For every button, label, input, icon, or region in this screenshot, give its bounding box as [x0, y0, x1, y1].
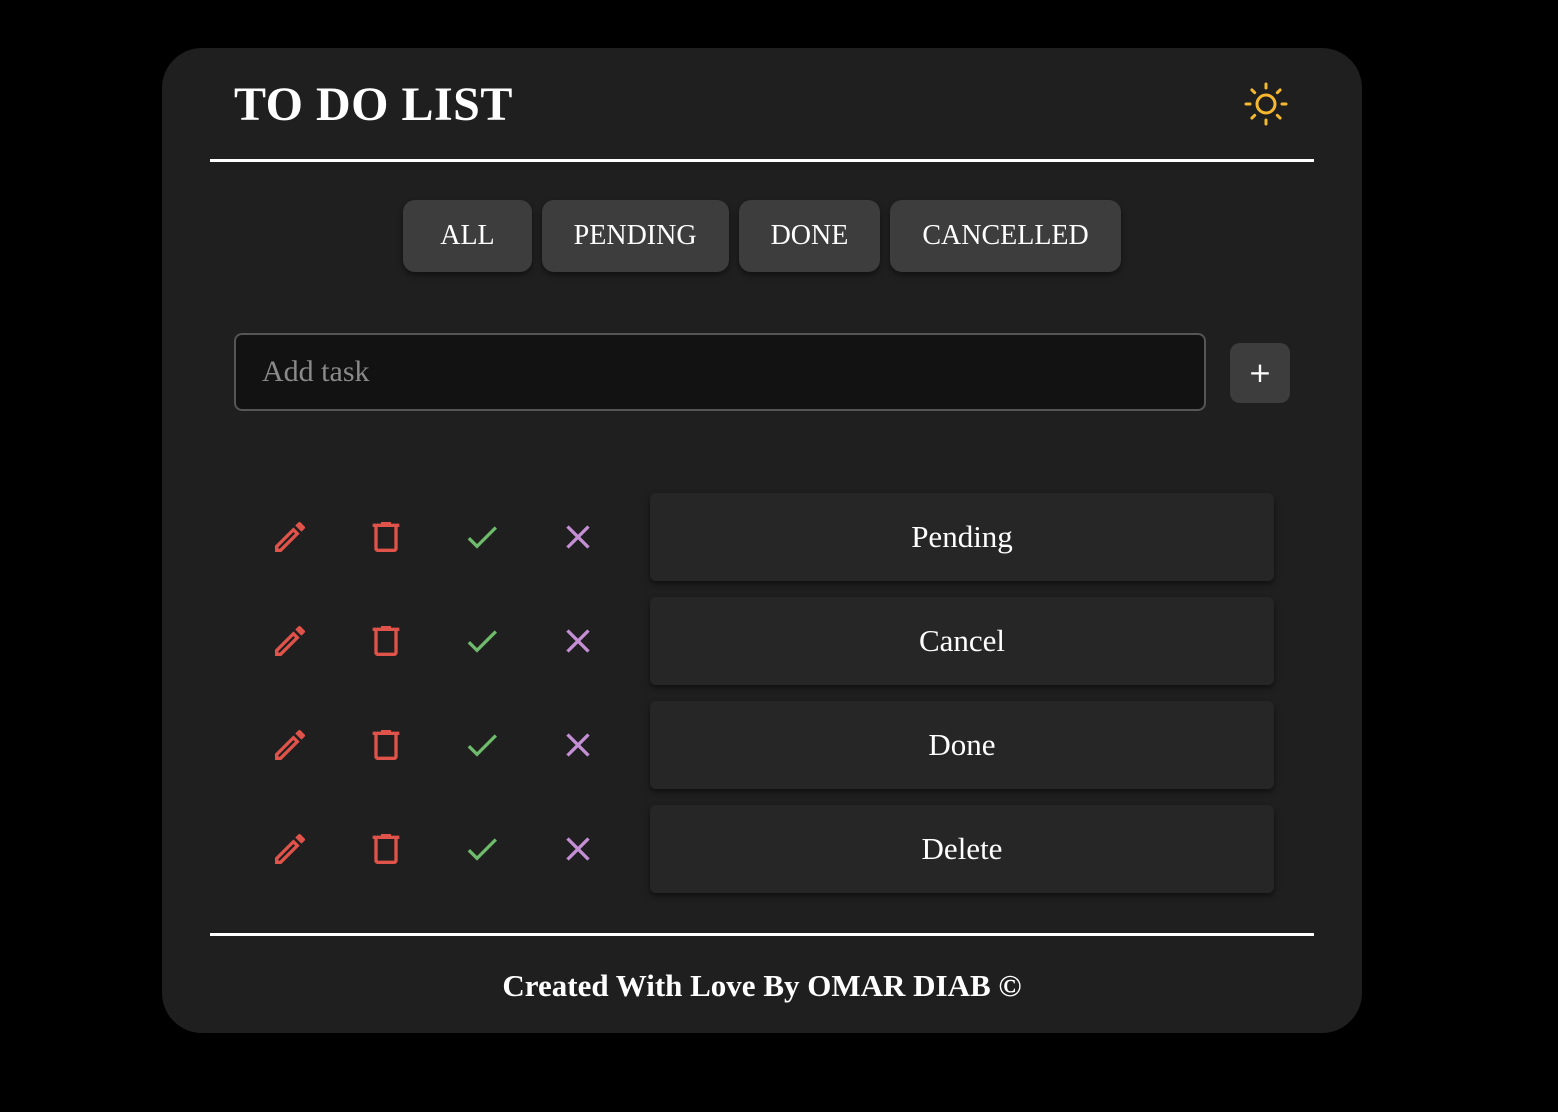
delete-task-button[interactable] — [361, 720, 411, 770]
add-task-input[interactable] — [234, 333, 1206, 411]
edit-task-button[interactable] — [265, 512, 315, 562]
x-icon — [566, 733, 590, 757]
trash-icon — [372, 834, 400, 864]
todo-card: TO DO LIST ALL PENDING DONE CANCELLED + — [162, 48, 1362, 1033]
task-row: Cancel — [162, 597, 1362, 685]
edit-task-button[interactable] — [265, 616, 315, 666]
task-label: Delete — [650, 805, 1274, 893]
pencil-icon — [275, 625, 306, 656]
x-icon — [566, 837, 590, 861]
pencil-icon — [275, 833, 306, 864]
footer-credit: Created With Love By OMAR DIAB © — [502, 968, 1022, 1003]
delete-task-button[interactable] — [361, 512, 411, 562]
filter-cancelled-button[interactable]: CANCELLED — [890, 200, 1121, 272]
filter-done-button[interactable]: DONE — [738, 200, 881, 272]
edit-task-button[interactable] — [265, 720, 315, 770]
page-title: TO DO LIST — [234, 78, 513, 131]
task-row: Done — [162, 701, 1362, 789]
mark-done-button[interactable] — [457, 720, 507, 770]
delete-task-button[interactable] — [361, 616, 411, 666]
edit-task-button[interactable] — [265, 824, 315, 874]
filter-bar: ALL PENDING DONE CANCELLED — [162, 200, 1362, 272]
add-task-button[interactable]: + — [1230, 343, 1290, 403]
mark-cancelled-button[interactable] — [553, 512, 603, 562]
sun-icon — [1244, 82, 1288, 126]
x-icon — [566, 525, 590, 549]
x-icon — [566, 629, 590, 653]
task-row: Delete — [162, 805, 1362, 893]
header-divider — [210, 159, 1314, 162]
check-icon — [467, 734, 497, 757]
mark-cancelled-button[interactable] — [553, 824, 603, 874]
footer-divider — [210, 933, 1314, 936]
task-label: Pending — [650, 493, 1274, 581]
delete-task-button[interactable] — [361, 824, 411, 874]
mark-done-button[interactable] — [457, 512, 507, 562]
theme-toggle-button[interactable] — [1242, 80, 1290, 128]
mark-cancelled-button[interactable] — [553, 720, 603, 770]
task-label: Cancel — [650, 597, 1274, 685]
trash-icon — [372, 730, 400, 760]
task-label: Done — [650, 701, 1274, 789]
check-icon — [467, 526, 497, 549]
pencil-icon — [275, 521, 306, 552]
task-row: Pending — [162, 493, 1362, 581]
trash-icon — [372, 522, 400, 552]
check-icon — [467, 838, 497, 861]
check-icon — [467, 630, 497, 653]
mark-cancelled-button[interactable] — [553, 616, 603, 666]
trash-icon — [372, 626, 400, 656]
mark-done-button[interactable] — [457, 616, 507, 666]
pencil-icon — [275, 729, 306, 760]
filter-all-button[interactable]: ALL — [403, 200, 532, 272]
mark-done-button[interactable] — [457, 824, 507, 874]
filter-pending-button[interactable]: PENDING — [541, 200, 729, 272]
